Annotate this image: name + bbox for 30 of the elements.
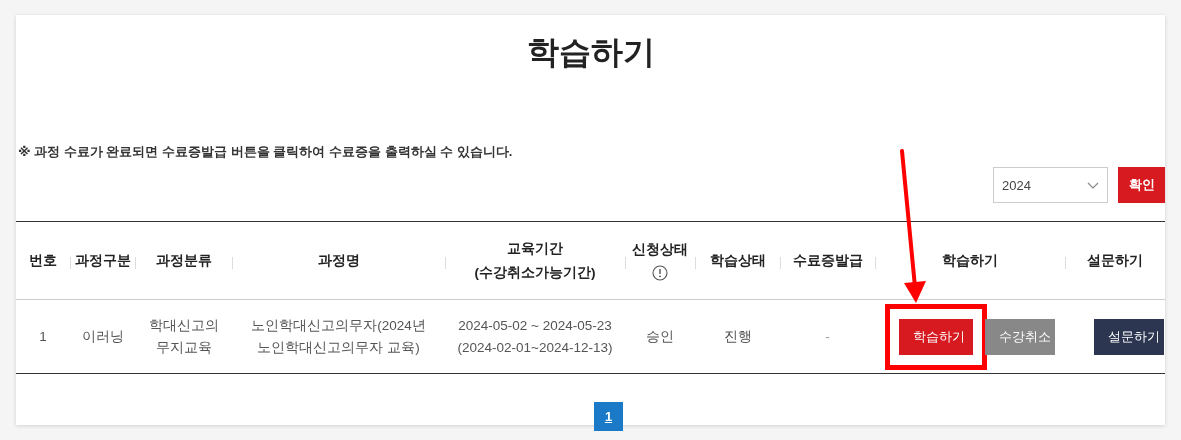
column-header: 학습상태 (709, 251, 766, 270)
column-header: 학습하기 (942, 251, 998, 270)
action-button[interactable]: 수강취소 (985, 318, 1055, 355)
table-cell: 2024-05-02 ~ 2024-05-23 (458, 316, 612, 335)
survey-button[interactable]: 설문하기 (1094, 318, 1164, 355)
table-cell: (2024-02-01~2024-12-13) (457, 338, 613, 357)
page-title: 학습하기 (525, 33, 656, 72)
info-icon[interactable] (652, 264, 668, 281)
year-select[interactable]: 2024 (993, 167, 1108, 203)
column-header: 과정구분 (74, 251, 131, 270)
chevron-down-icon (1087, 181, 1099, 189)
confirm-button[interactable]: 확인 (1118, 167, 1165, 203)
column-header: 번호 (29, 251, 57, 270)
table-cell: 1 (39, 329, 47, 344)
table-cell-text: 학대신고의 무지교육 (148, 316, 219, 357)
column-header: 설문하기 (1087, 251, 1143, 270)
column-header: 수료증발급 (792, 251, 863, 270)
column-header: (수강취소가능기간) (474, 263, 596, 282)
column-header: 과정명 (317, 251, 360, 270)
table-cell: 진행 (723, 328, 752, 344)
table-cell: 이러닝 (81, 328, 124, 344)
table-cell-text: 노인학대신고의무자(2024년 노인학대신고의무자 교육) (250, 316, 427, 357)
page-button[interactable]: 1 (594, 402, 623, 431)
column-header: 신청상태 (632, 240, 688, 259)
column-header: 교육기간 (507, 239, 563, 258)
action-button[interactable]: 학습하기 (899, 318, 973, 355)
table-cell: - (825, 329, 830, 344)
column-header: 과정분류 (155, 251, 212, 270)
notice-text: ※ 과정 수료가 완료되면 수료증발급 버튼을 클릭하여 수료증을 출력하실 수 있습니다. (18, 143, 514, 161)
table-cell: 승인 (646, 328, 674, 344)
